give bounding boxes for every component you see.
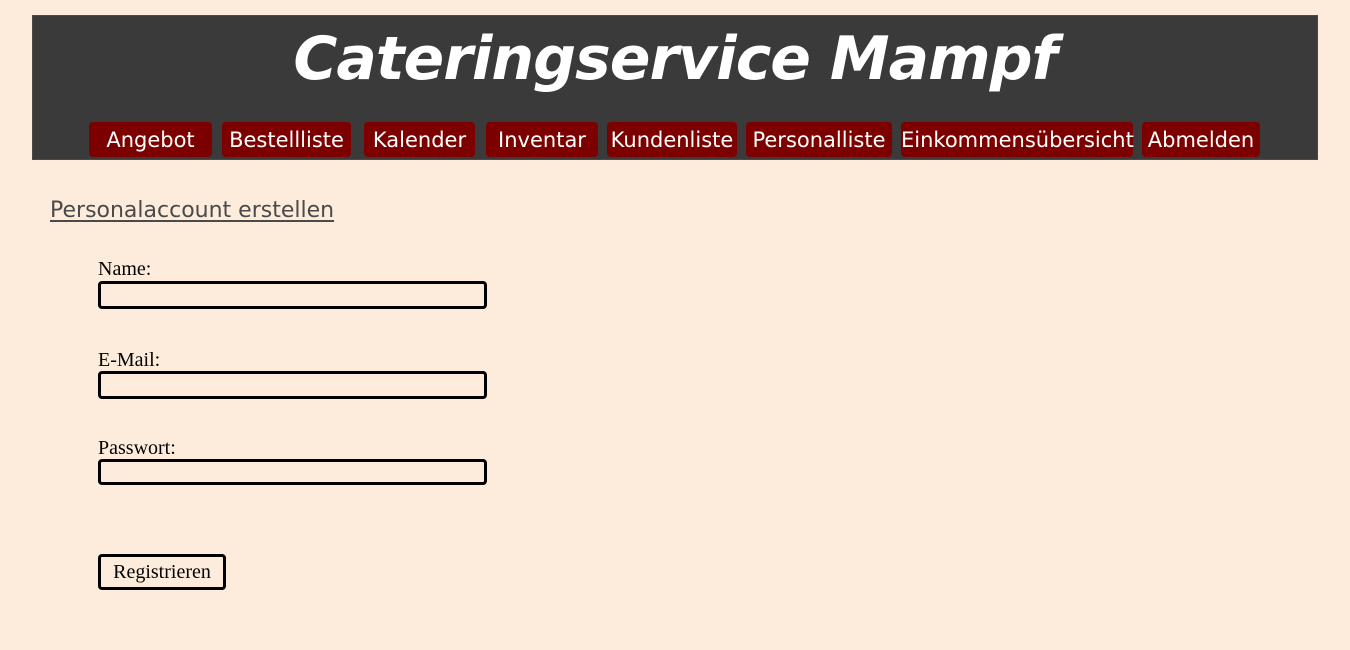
nav-item-personalliste[interactable]: Personalliste	[746, 122, 892, 157]
site-header: Cateringservice Mampf Angebot Bestelllis…	[32, 15, 1318, 160]
nav-item-angebot[interactable]: Angebot	[89, 122, 212, 157]
main-nav: Angebot Bestellliste Kalender Inventar K…	[33, 122, 1317, 158]
name-field[interactable]	[98, 281, 487, 309]
nav-item-kundenliste[interactable]: Kundenliste	[607, 122, 737, 157]
page-title: Personalaccount erstellen	[50, 198, 335, 223]
name-label: Name:	[98, 258, 152, 280]
email-label: E-Mail:	[98, 349, 161, 371]
nav-item-abmelden[interactable]: Abmelden	[1142, 122, 1260, 157]
site-title: Cateringservice Mampf	[293, 24, 1057, 94]
password-label: Passwort:	[98, 437, 176, 459]
nav-item-inventar[interactable]: Inventar	[486, 122, 598, 157]
register-button[interactable]: Registrieren	[98, 554, 226, 590]
email-field[interactable]	[98, 371, 487, 399]
nav-item-kalender[interactable]: Kalender	[364, 122, 475, 157]
nav-item-einkommensuebersicht[interactable]: Einkommensübersicht	[901, 122, 1134, 157]
password-field[interactable]	[98, 459, 487, 485]
nav-item-bestellliste[interactable]: Bestellliste	[222, 122, 351, 157]
